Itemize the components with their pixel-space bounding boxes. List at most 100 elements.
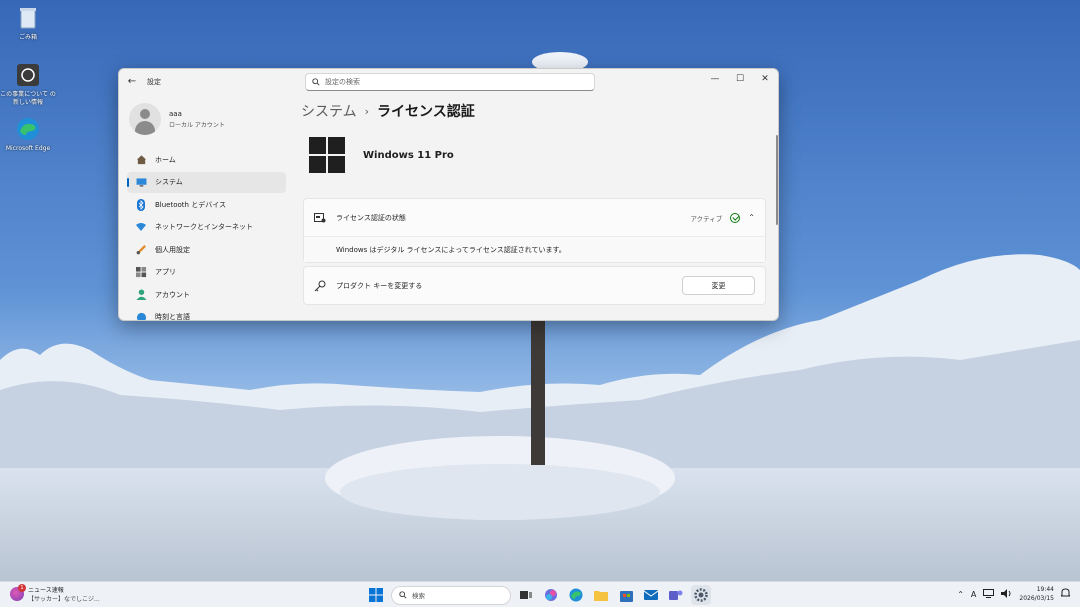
profile-name: aaa: [169, 109, 182, 118]
news-title: ニュース速報: [28, 587, 64, 594]
product-key-card: プロダクト キーを変更する 変更: [303, 266, 766, 305]
change-product-key-button[interactable]: 変更: [682, 276, 755, 295]
edge-icon: [569, 588, 583, 602]
apps-icon: [135, 266, 147, 278]
settings-search-input[interactable]: 設定の検索: [305, 73, 595, 91]
news-widget[interactable]: 1 ニュース速報 【サッカー】なでしこジ...: [10, 584, 100, 603]
sidebar-nav: ホーム システム Bluetooth とデバイス ネットワークとインターネット …: [127, 149, 286, 321]
sidebar-item-home[interactable]: ホーム: [127, 149, 286, 170]
product-key-row: プロダクト キーを変更する 変更: [304, 267, 765, 304]
system-icon: [135, 176, 147, 188]
chevron-right-icon: ›: [364, 104, 369, 118]
check-circle-icon: [730, 212, 741, 223]
copilot-button[interactable]: [541, 585, 561, 605]
search-icon: [399, 591, 407, 599]
file-explorer-button[interactable]: [591, 585, 611, 605]
desktop-icon-label: この事業について の新しい情報: [0, 91, 56, 106]
windows-logo-icon: [309, 137, 345, 173]
folder-icon: [594, 591, 608, 601]
app-title: 設定: [147, 78, 161, 86]
sidebar-item-label: ホーム: [155, 155, 176, 164]
sidebar-item-time[interactable]: 時刻と言語: [127, 307, 286, 321]
chevron-up-icon[interactable]: ⌃: [957, 590, 964, 599]
teams-icon: [669, 590, 683, 600]
breadcrumb-parent[interactable]: システム: [301, 101, 357, 121]
task-view-button[interactable]: [516, 585, 536, 605]
desktop-icon-label: ごみ箱: [18, 34, 37, 41]
sidebar-item-network[interactable]: ネットワークとインターネット: [127, 217, 286, 238]
notification-bell-icon[interactable]: [1059, 588, 1072, 600]
widgets-icon: 1: [10, 584, 26, 601]
notification-badge: 1: [18, 584, 26, 592]
product-info: Windows 11 Pro: [309, 137, 454, 173]
news-subtitle: 【サッカー】なでしこジ...: [28, 596, 100, 603]
activation-detail: Windows はデジタル ライセンスによってライセンス認証されています。: [304, 236, 765, 262]
edge-icon: [15, 116, 41, 142]
home-icon: [135, 154, 147, 166]
sidebar-item-label: Bluetooth とデバイス: [155, 200, 226, 209]
sidebar-item-system[interactable]: システム: [127, 171, 286, 193]
sidebar-item-bluetooth[interactable]: Bluetooth とデバイス: [127, 194, 286, 215]
activation-state-label: ライセンス認証の状態: [336, 213, 406, 222]
maximize-button[interactable]: ☐: [728, 72, 752, 86]
scrollbar[interactable]: [776, 135, 778, 225]
mail-icon: [644, 590, 658, 600]
desktop-icon-recycle-bin[interactable]: ごみ箱: [0, 5, 56, 42]
network-icon: [135, 221, 147, 233]
gear-icon: [694, 588, 708, 602]
key-icon: [314, 280, 326, 291]
product-key-label: プロダクト キーを変更する: [336, 281, 423, 290]
copilot-icon: [545, 589, 557, 601]
avatar: [129, 103, 161, 135]
minimize-button[interactable]: —: [703, 72, 727, 86]
store-icon: [619, 590, 633, 602]
teams-button[interactable]: [666, 585, 686, 605]
sidebar-item-label: ネットワークとインターネット: [155, 223, 253, 231]
taskbar: 1 ニュース速報 【サッカー】なでしこジ... 検索 ⌃ A 19:44 202…: [0, 581, 1080, 607]
activation-state-card: ライセンス認証の状態 アクティブ ⌃ Windows はデジタル ライセンスによ…: [303, 198, 766, 263]
profile-account-type: ローカル アカウント: [169, 121, 225, 129]
sidebar-item-label: アプリ: [155, 268, 176, 276]
desktop-icon-help[interactable]: この事業について の新しい情報: [0, 62, 56, 107]
title-bar: ← 設定 設定の検索 — ☐ ✕: [119, 69, 778, 95]
chevron-up-icon[interactable]: ⌃: [748, 213, 755, 222]
desktop-icon-edge[interactable]: Microsoft Edge: [0, 116, 56, 153]
display-icon[interactable]: [983, 588, 995, 600]
windows-start-icon: [369, 588, 383, 602]
settings-app-button[interactable]: [691, 585, 711, 605]
sidebar-item-account[interactable]: アカウント: [127, 284, 286, 305]
back-arrow-icon[interactable]: ←: [125, 75, 139, 89]
sidebar-item-label: 時刻と言語: [155, 313, 190, 321]
sidebar-item-label: システム: [155, 178, 183, 186]
activation-status: アクティブ: [690, 214, 723, 223]
mail-button[interactable]: [641, 585, 661, 605]
store-button[interactable]: [616, 585, 636, 605]
volume-icon[interactable]: [1001, 588, 1012, 600]
activation-state-header[interactable]: ライセンス認証の状態 アクティブ ⌃: [304, 199, 765, 236]
search-placeholder: 設定の検索: [325, 78, 360, 86]
search-icon: [312, 78, 320, 86]
help-icon: [15, 62, 41, 88]
task-view-icon: [520, 591, 532, 599]
account-icon: [135, 289, 147, 301]
product-name: Windows 11 Pro: [363, 149, 454, 161]
taskbar-search-input[interactable]: 検索: [391, 585, 511, 605]
sidebar-item-personalization[interactable]: 個人用設定: [127, 239, 286, 260]
clock[interactable]: 19:44 2026/03/15: [1019, 585, 1054, 603]
breadcrumb: システム › ライセンス認証: [301, 101, 475, 121]
activation-icon: [314, 212, 326, 222]
clock-time: 19:44: [1036, 586, 1054, 593]
sidebar-item-apps[interactable]: アプリ: [127, 262, 286, 283]
sidebar-item-label: 個人用設定: [155, 245, 190, 254]
system-tray: ⌃ A 19:44 2026/03/15: [957, 585, 1072, 603]
input-indicator[interactable]: A: [971, 590, 976, 599]
taskbar-search-placeholder: 検索: [412, 592, 425, 600]
clock-date: 2026/03/15: [1019, 595, 1054, 602]
edge-button[interactable]: [566, 585, 586, 605]
user-profile[interactable]: aaa ローカル アカウント: [129, 103, 225, 135]
sidebar-item-label: アカウント: [155, 290, 190, 299]
desktop-icon-label: Microsoft Edge: [5, 145, 51, 152]
settings-window: ← 設定 設定の検索 — ☐ ✕ aaa ローカル アカウント ホーム システム…: [118, 68, 779, 321]
start-button[interactable]: [366, 585, 386, 605]
close-button[interactable]: ✕: [753, 72, 777, 86]
